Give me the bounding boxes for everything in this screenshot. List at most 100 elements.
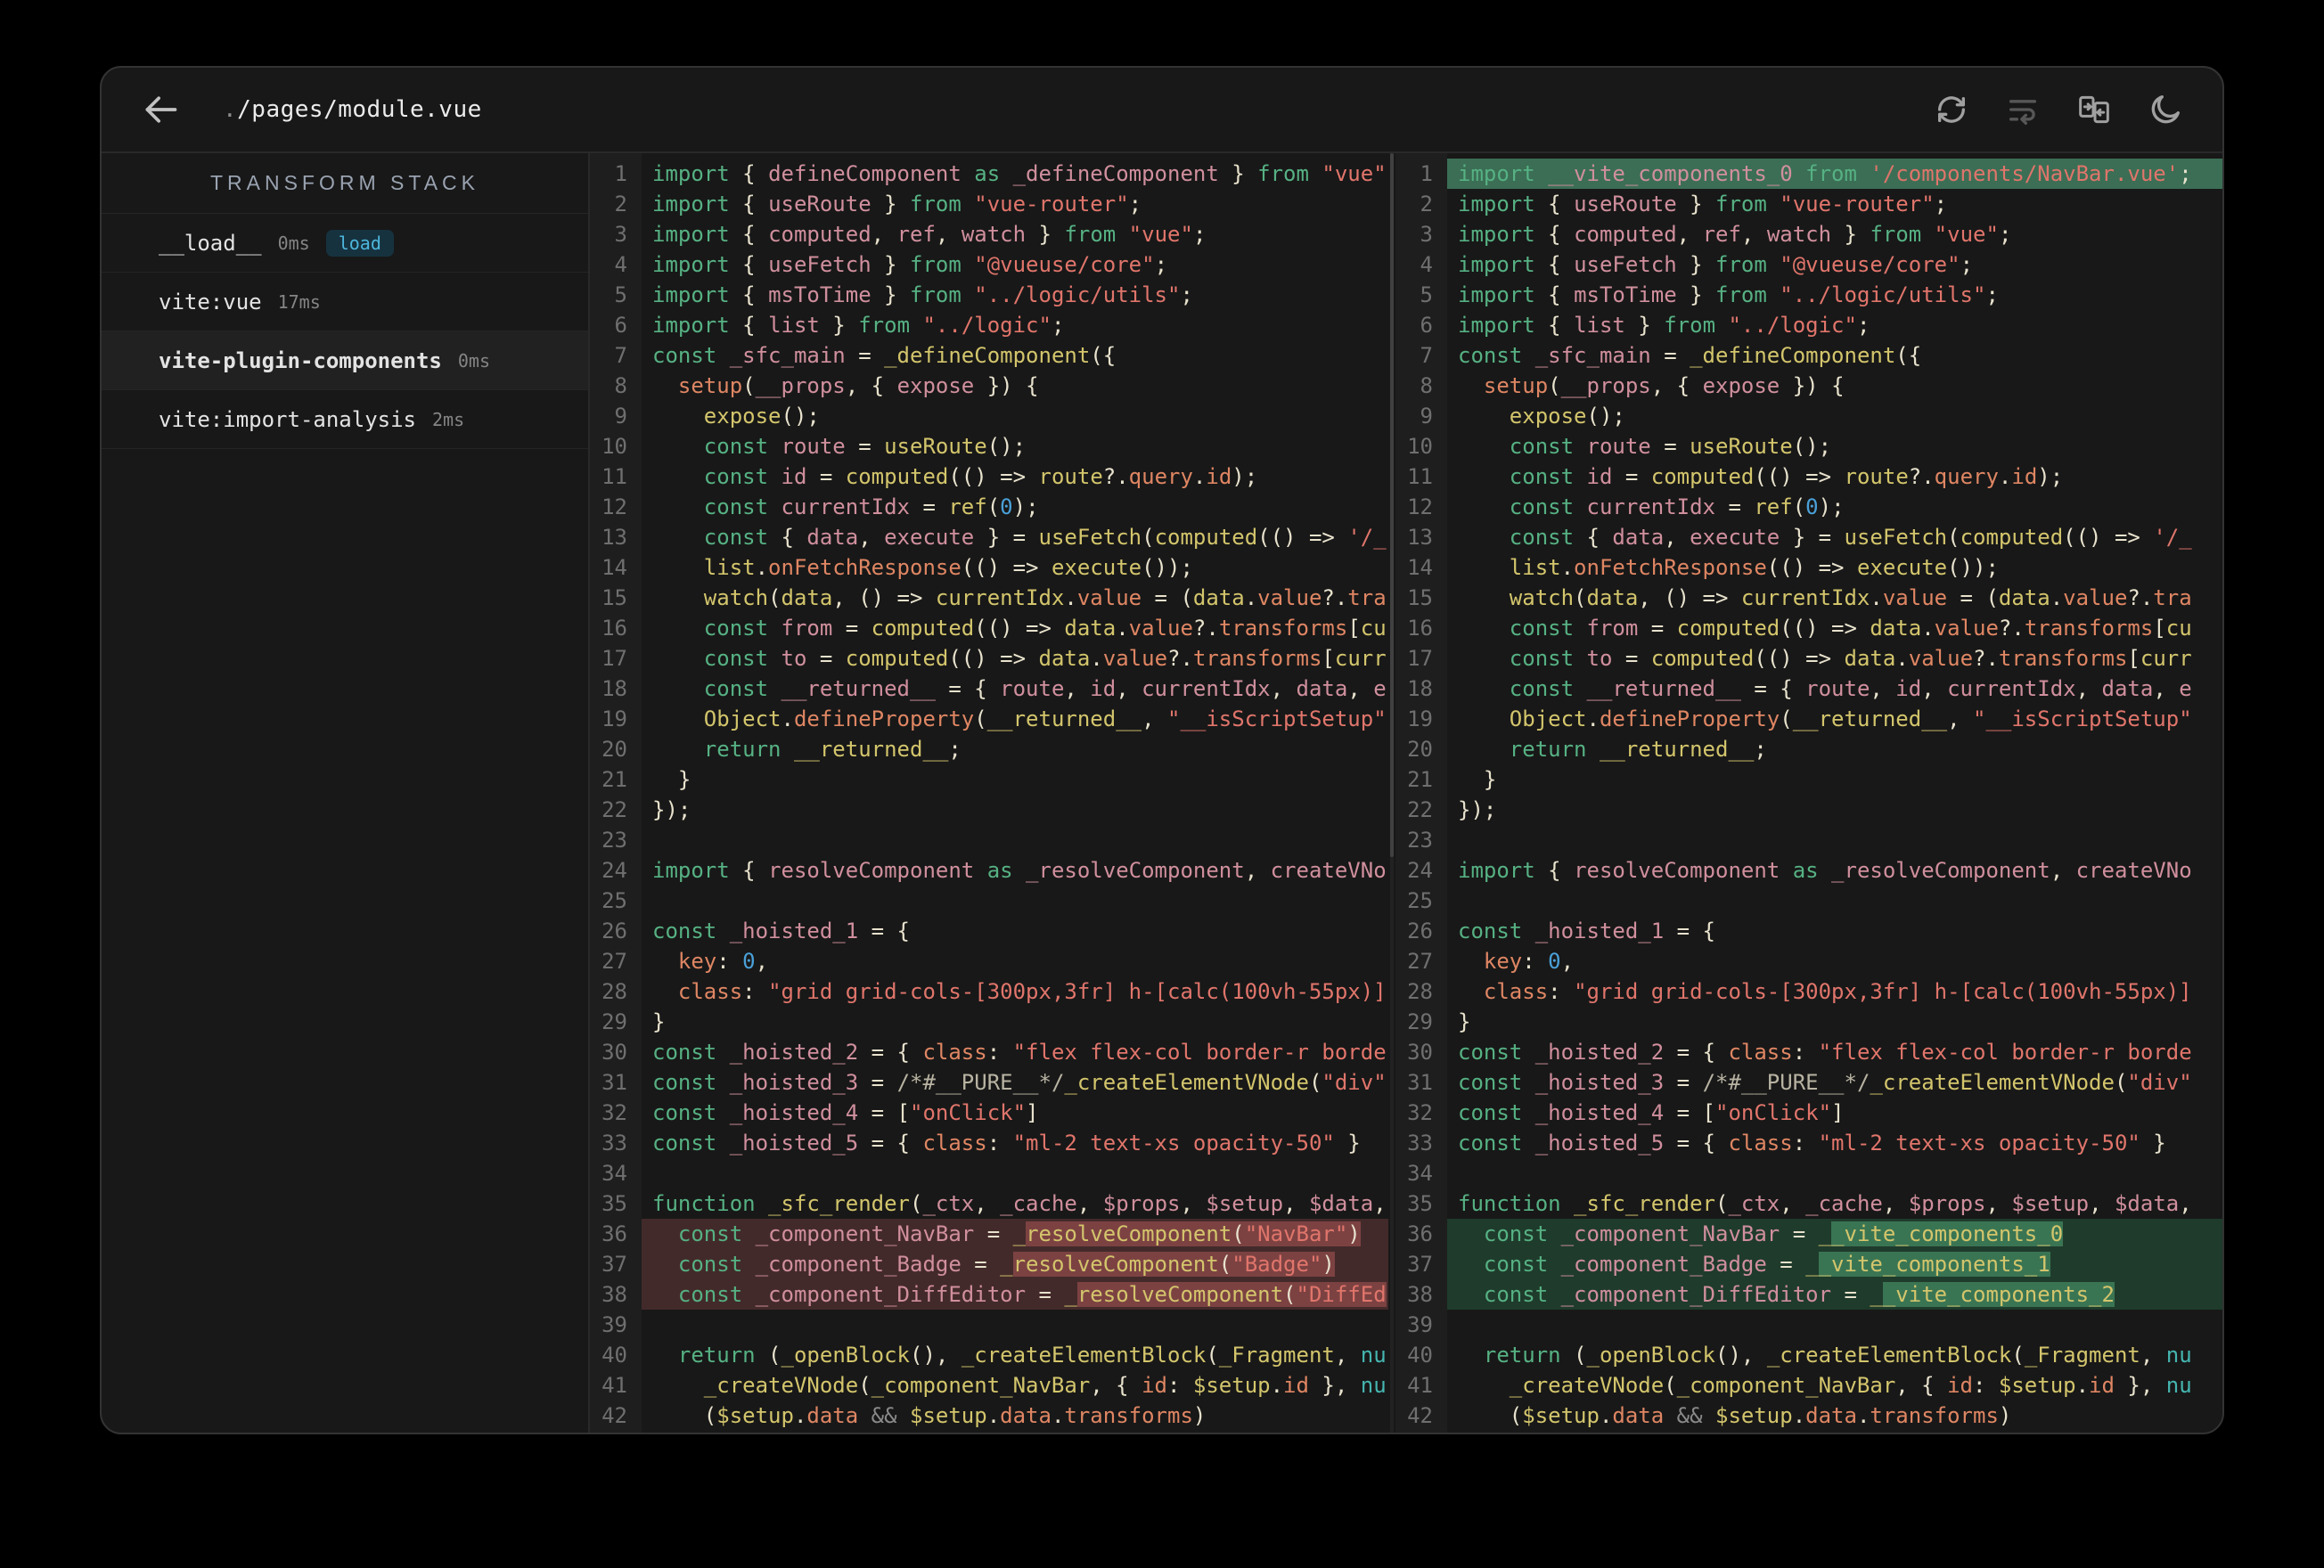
line-number: 19 — [601, 706, 627, 731]
line-number: 3 — [1420, 222, 1433, 247]
split-view-icon — [2079, 95, 2109, 124]
split-view-button[interactable] — [2076, 92, 2112, 127]
code-line: 16 const from = computed(() => data.valu… — [1395, 613, 2222, 643]
scrollbar-thumb[interactable] — [1390, 153, 1394, 857]
code-line: 32 const _hoisted_4 = ["onClick"] — [590, 1098, 1388, 1128]
code-text: const _component_Badge = __vite_componen… — [1447, 1249, 2222, 1279]
code-text: key: 0, — [677, 949, 769, 974]
page-title: ./pages/module.vue — [223, 96, 482, 123]
line-number: 8 — [1420, 373, 1433, 398]
code-line: 4 import { useFetch } from "@vueuse/core"… — [590, 249, 1388, 280]
line-number: 20 — [601, 737, 627, 762]
code-line: 8 setup(__props, { expose }) { — [590, 371, 1388, 401]
line-number: 7 — [1420, 343, 1433, 368]
line-number: 34 — [601, 1161, 627, 1186]
sidebar-item-load[interactable]: __load__ 0ms load — [102, 214, 588, 273]
code-line: 9 expose(); — [1395, 401, 2222, 431]
line-number: 26 — [1407, 919, 1433, 943]
code-text: return __returned__; — [1509, 737, 1767, 762]
plugin-time: 2ms — [431, 408, 465, 430]
code-text: import { list } from "../logic"; — [1458, 313, 1870, 338]
code-line: 20 return __returned__; — [1395, 734, 2222, 764]
dark-mode-moon-icon — [2151, 95, 2180, 124]
sidebar-item-vite-vue[interactable]: vite:vue 17ms — [102, 273, 588, 331]
code-line: 23 — [1395, 825, 2222, 855]
line-number: 34 — [1407, 1161, 1433, 1186]
code-line: 13 const { data, execute } = useFetch(co… — [590, 522, 1388, 552]
code-text: const id = computed(() => route?.query.i… — [703, 464, 1258, 489]
code-text: import { msToTime } from "../logic/utils… — [1458, 282, 1999, 307]
plugin-time: 17ms — [277, 290, 321, 313]
sidebar-item-vite-import-analysis[interactable]: vite:import-analysis 2ms — [102, 390, 588, 449]
line-number: 6 — [1420, 313, 1433, 338]
load-badge: load — [325, 229, 394, 257]
code-text: const _hoisted_3 = /*#__PURE__*/_createE… — [652, 1070, 1387, 1095]
code-line: 29} — [590, 1007, 1388, 1037]
line-number: 9 — [614, 404, 627, 429]
diff-editor: 1 import { defineComponent as _defineComp… — [590, 153, 2222, 1433]
code-line: 14 list.onFetchResponse(() => execute())… — [590, 552, 1388, 583]
code-line: 27 key: 0, — [590, 946, 1388, 976]
refresh-button[interactable] — [1934, 92, 1969, 127]
code-line: 11 const id = computed(() => route?.quer… — [590, 461, 1388, 492]
line-number: 4 — [614, 252, 627, 277]
code-line: 4 import { useFetch } from "@vueuse/core"… — [1395, 249, 2222, 280]
word-wrap-button[interactable] — [2005, 92, 2041, 127]
code-text: list.onFetchResponse(() => execute()); — [1509, 555, 1999, 580]
code-text: const _component_DiffEditor = __vite_com… — [1447, 1279, 2222, 1310]
code-text: watch(data, () => currentIdx.value = (da… — [1509, 585, 2192, 610]
code-text: import { computed, ref, watch } from "vu… — [1458, 222, 2012, 247]
code-text: const id = computed(() => route?.query.i… — [1509, 464, 2064, 489]
code-text: const _component_DiffEditor = _resolveCo… — [642, 1279, 1388, 1310]
line-number: 7 — [614, 343, 627, 368]
line-number: 11 — [601, 464, 627, 489]
code-text: const _hoisted_5 = { class: "ml-2 text-x… — [652, 1131, 1361, 1156]
inspector-window: ./pages/module.vue TRANSFORM STACK __loa… — [100, 66, 2224, 1434]
line-number: 36 — [601, 1221, 627, 1246]
code-line: 37 const _component_Badge = __vite_compo… — [1395, 1249, 2222, 1279]
code-line: 24 import { resolveComponent as _resolveC… — [1395, 855, 2222, 886]
code-text: const _hoisted_1 = { — [652, 919, 910, 943]
code-text: const _hoisted_1 = { — [1458, 919, 1715, 943]
dark-mode-toggle[interactable] — [2148, 92, 2183, 127]
code-line: 5 import { msToTime } from "../logic/util… — [1395, 280, 2222, 310]
line-number: 22 — [1407, 797, 1433, 822]
code-text: const __returned__ = { route, id, curren… — [1509, 676, 2192, 701]
code-text: } — [1458, 767, 1497, 792]
code-line: 21 } — [590, 764, 1388, 795]
code-text: const { data, execute } = useFetch(compu… — [703, 525, 1387, 550]
line-number: 39 — [1407, 1312, 1433, 1337]
diff-pane-transformed: 1 import __vite_components_0 from '/compo… — [1395, 153, 2222, 1433]
code-line: 19 Object.defineProperty(__returned__, "… — [1395, 704, 2222, 734]
code-text: import { list } from "../logic"; — [652, 313, 1065, 338]
line-number: 40 — [601, 1343, 627, 1368]
line-number: 6 — [614, 313, 627, 338]
line-number: 15 — [1407, 585, 1433, 610]
code-text: import { msToTime } from "../logic/utils… — [652, 282, 1193, 307]
line-number: 42 — [1407, 1403, 1433, 1428]
code-line: 34 — [590, 1158, 1388, 1188]
line-number: 37 — [1407, 1252, 1433, 1277]
code-text: }); — [652, 797, 691, 822]
back-button[interactable] — [141, 90, 180, 129]
code-text: class: "grid grid-cols-[300px,3fr] h-[ca… — [677, 979, 1387, 1004]
sidebar-item-vite-plugin-components[interactable]: vite-plugin-components 0ms — [102, 331, 588, 390]
line-number: 17 — [1407, 646, 1433, 671]
code-line: 28 class: "grid grid-cols-[300px,3fr] h-… — [590, 976, 1388, 1007]
code-text: import __vite_components_0 from '/compon… — [1447, 159, 2222, 189]
code-line: 42 ($setup.data && $setup.data.transform… — [590, 1401, 1388, 1431]
code-line: 9 expose(); — [590, 401, 1388, 431]
code-text: const to = computed(() => data.value?.tr… — [1509, 646, 2192, 671]
code-line: 20 return __returned__; — [590, 734, 1388, 764]
code-line: 10 const route = useRoute(); — [590, 431, 1388, 461]
plugin-name: vite:import-analysis — [159, 406, 416, 432]
code-text: setup(__props, { expose }) { — [1483, 373, 1845, 398]
code-line: 18 const __returned__ = { route, id, cur… — [1395, 674, 2222, 704]
line-number: 27 — [1407, 949, 1433, 974]
code-line: 12 const currentIdx = ref(0); — [1395, 492, 2222, 522]
line-number: 18 — [1407, 676, 1433, 701]
code-line: 39 — [1395, 1310, 2222, 1340]
code-line: 37 const _component_Badge = _resolveComp… — [590, 1249, 1388, 1279]
code-line: 11 const id = computed(() => route?.quer… — [1395, 461, 2222, 492]
